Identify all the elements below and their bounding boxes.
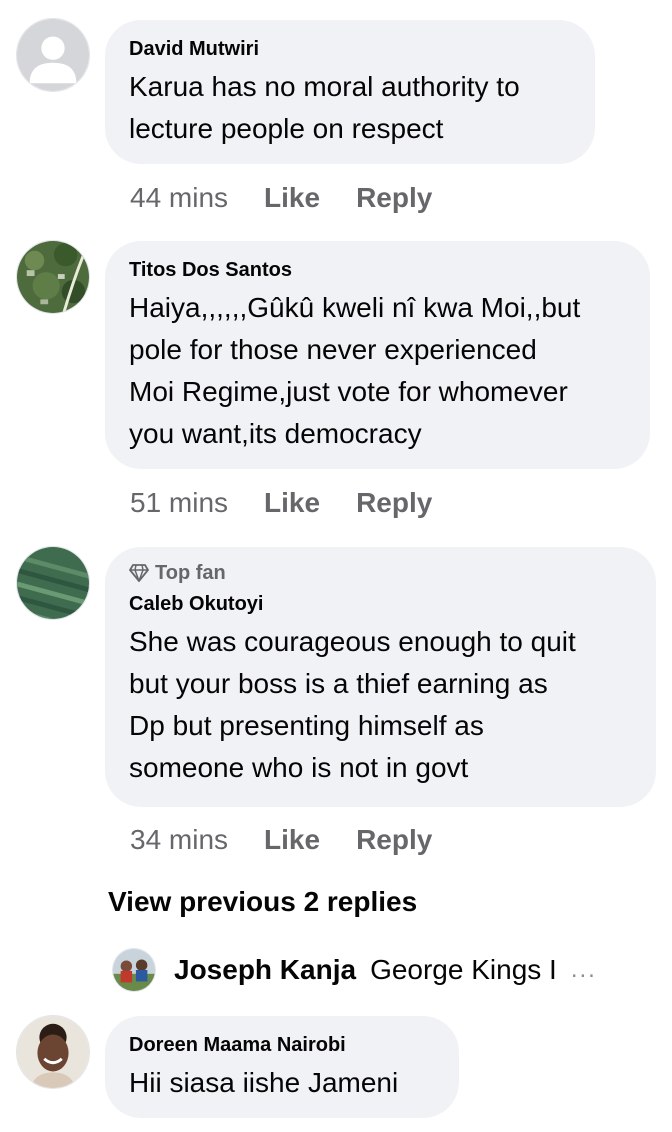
comment-text: Karua has no moral authority to lecture … xyxy=(129,71,520,144)
comment-text: Haiya,,,,,,Gûkû kweli nî kwa Moi,,but po… xyxy=(129,292,581,449)
comment-time[interactable]: 44 mins xyxy=(130,181,228,215)
avatar[interactable] xyxy=(16,1015,90,1089)
reply-button[interactable]: Reply xyxy=(356,823,432,857)
default-avatar[interactable] xyxy=(16,18,90,92)
profile-photo xyxy=(17,241,89,313)
comment-author[interactable]: Caleb Okutoyi xyxy=(129,591,632,617)
like-button[interactable]: Like xyxy=(264,823,320,857)
comment-time[interactable]: 51 mins xyxy=(130,486,228,520)
comment-bubble: David Mutwiri Karua has no moral authori… xyxy=(105,20,595,164)
profile-photo xyxy=(17,1016,89,1088)
comment-actions: 51 mins Like Reply xyxy=(130,486,432,520)
reply-text: George Kings I xyxy=(370,954,557,985)
like-button[interactable]: Like xyxy=(264,181,320,215)
reply-button[interactable]: Reply xyxy=(356,486,432,520)
reply-button[interactable]: Reply xyxy=(356,181,432,215)
comment-actions: 34 mins Like Reply xyxy=(130,823,432,857)
view-previous-replies-link[interactable]: View previous 2 replies xyxy=(108,886,417,918)
diamond-icon xyxy=(129,564,149,582)
profile-photo xyxy=(17,547,89,619)
comment-bubble: Top fan Caleb Okutoyi She was courageous… xyxy=(105,547,656,807)
reply-author[interactable]: Joseph Kanja xyxy=(174,954,356,986)
comment-time[interactable]: 34 mins xyxy=(130,823,228,857)
reply-preview[interactable]: Joseph Kanja George Kings I ... xyxy=(112,947,597,993)
comment-text: She was courageous enough to quit but yo… xyxy=(129,626,576,783)
ellipsis-icon: ... xyxy=(570,956,597,983)
profile-photo xyxy=(113,949,155,991)
avatar[interactable] xyxy=(16,240,90,314)
comment-bubble: Doreen Maama Nairobi Hii siasa iishe Jam… xyxy=(105,1016,459,1118)
like-button[interactable]: Like xyxy=(264,486,320,520)
comment-text: Hii siasa iishe Jameni xyxy=(129,1067,399,1098)
comment-author[interactable]: David Mutwiri xyxy=(129,36,571,62)
comment-bubble: Titos Dos Santos Haiya,,,,,,Gûkû kweli n… xyxy=(105,241,650,469)
top-fan-badge: Top fan xyxy=(129,561,632,585)
comment-actions: 44 mins Like Reply xyxy=(130,181,432,215)
comment-author[interactable]: Doreen Maama Nairobi xyxy=(129,1032,435,1058)
comment-author[interactable]: Titos Dos Santos xyxy=(129,257,626,283)
avatar[interactable] xyxy=(112,948,156,992)
user-silhouette-icon xyxy=(17,19,89,91)
avatar[interactable] xyxy=(16,546,90,620)
